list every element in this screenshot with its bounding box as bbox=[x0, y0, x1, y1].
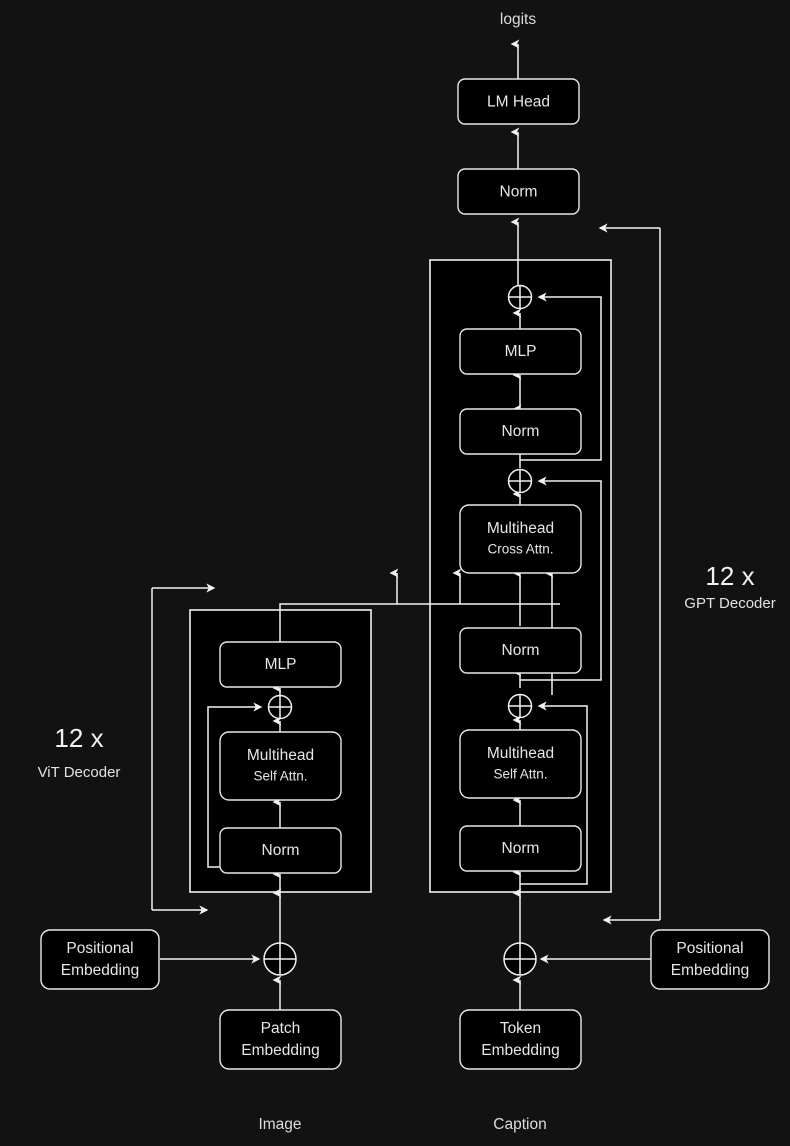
gpt-norm-mid-label: Norm bbox=[502, 642, 540, 659]
gpt-positional-embedding-line1: Positional bbox=[676, 940, 743, 957]
gpt-self-attn-line1: Multihead bbox=[487, 745, 554, 762]
node-gpt-norm-bottom[interactable]: Norm bbox=[459, 825, 582, 872]
gpt-norm-top-label: Norm bbox=[502, 423, 540, 440]
architecture-diagram: logits LM Head Norm MLP Norm Multihead C… bbox=[0, 0, 790, 1146]
vit-positional-embedding-line1: Positional bbox=[66, 940, 133, 957]
gpt-add-node-selfattn bbox=[507, 693, 533, 719]
token-embedding-line1: Token bbox=[500, 1020, 541, 1037]
gpt-self-attn-line2: Self Attn. bbox=[493, 767, 547, 782]
vit-embedding-add-node bbox=[263, 942, 297, 976]
patch-embedding-line1: Patch bbox=[261, 1020, 301, 1037]
vit-repeat-name: ViT Decoder bbox=[38, 764, 121, 781]
node-lm-head[interactable]: LM Head bbox=[457, 78, 580, 125]
gpt-mlp-label: MLP bbox=[505, 343, 537, 360]
node-vit-self-attn[interactable]: Multihead Self Attn. bbox=[219, 731, 342, 801]
vit-add-node-selfattn bbox=[267, 694, 293, 720]
gpt-repeat-name: GPT Decoder bbox=[684, 595, 775, 612]
gpt-norm-bottom-label: Norm bbox=[502, 840, 540, 857]
vit-self-attn-line2: Self Attn. bbox=[253, 769, 307, 784]
node-gpt-cross-attn[interactable]: Multihead Cross Attn. bbox=[459, 504, 582, 574]
lm-head-label: LM Head bbox=[487, 94, 550, 111]
vit-self-attn-line1: Multihead bbox=[247, 747, 314, 764]
gpt-repeat-count: 12 x bbox=[705, 561, 754, 591]
node-gpt-final-norm[interactable]: Norm bbox=[457, 168, 580, 215]
gpt-positional-embedding-line2: Embedding bbox=[671, 962, 749, 979]
logits-label: logits bbox=[500, 11, 536, 28]
image-column-label: Image bbox=[258, 1116, 301, 1133]
node-vit-positional-embedding[interactable]: Positional Embedding bbox=[40, 929, 160, 990]
node-patch-embedding[interactable]: Patch Embedding bbox=[219, 1009, 342, 1070]
gpt-embedding-add-node bbox=[503, 942, 537, 976]
node-vit-mlp[interactable]: MLP bbox=[219, 641, 342, 688]
node-gpt-norm-top[interactable]: Norm bbox=[459, 408, 582, 455]
vit-mlp-label: MLP bbox=[265, 656, 297, 673]
node-vit-norm[interactable]: Norm bbox=[219, 827, 342, 874]
node-gpt-mlp[interactable]: MLP bbox=[459, 328, 582, 375]
gpt-add-node-mlp bbox=[507, 284, 533, 310]
vit-positional-embedding-line2: Embedding bbox=[61, 962, 139, 979]
gpt-add-node-crossattn bbox=[507, 468, 533, 494]
node-token-embedding[interactable]: Token Embedding bbox=[459, 1009, 582, 1070]
node-gpt-norm-mid[interactable]: Norm bbox=[459, 627, 582, 674]
gpt-cross-attn-line1: Multihead bbox=[487, 520, 554, 537]
vit-norm-label: Norm bbox=[262, 842, 300, 859]
gpt-final-norm-label: Norm bbox=[500, 184, 538, 201]
patch-embedding-line2: Embedding bbox=[241, 1042, 319, 1059]
node-gpt-self-attn[interactable]: Multihead Self Attn. bbox=[459, 729, 582, 799]
gpt-cross-attn-line2: Cross Attn. bbox=[487, 542, 553, 557]
node-gpt-positional-embedding[interactable]: Positional Embedding bbox=[650, 929, 770, 990]
vit-repeat-count: 12 x bbox=[54, 723, 103, 753]
caption-column-label: Caption bbox=[493, 1116, 546, 1133]
token-embedding-line2: Embedding bbox=[481, 1042, 559, 1059]
